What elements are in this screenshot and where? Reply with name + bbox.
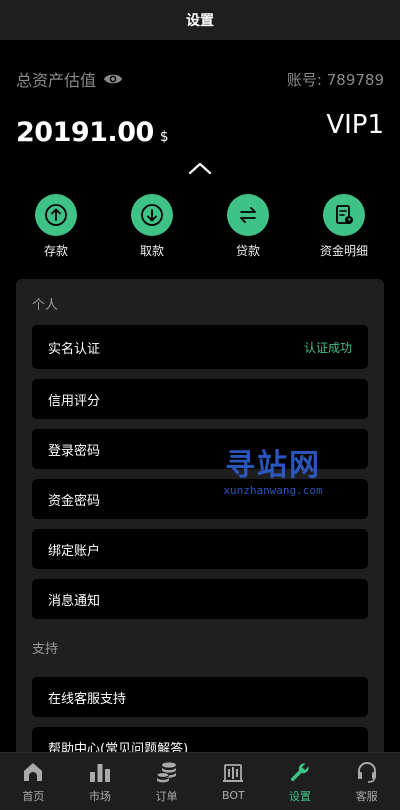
tab-bot[interactable]: BOT: [200, 753, 267, 810]
ledger-button[interactable]: 资金明细: [304, 194, 384, 260]
menu-item-label: 在线客服支持: [48, 691, 127, 707]
page-title: 设置: [186, 13, 214, 29]
balance-row: 20191.00 $ VIP1: [16, 104, 384, 148]
home-icon: [24, 762, 43, 781]
watermark-sub: xunzhanwang.com: [223, 484, 323, 497]
menu-item-label: 消息通知: [48, 593, 101, 609]
balance: 20191.00 $: [16, 117, 169, 148]
menu-item-credit-score[interactable]: 信用评分: [32, 379, 368, 419]
tab-support[interactable]: 客服: [333, 753, 400, 810]
deposit-icon: [45, 204, 67, 226]
withdraw-icon: [141, 204, 163, 226]
headset-icon: [357, 761, 376, 783]
menu-item-label: 信用评分: [48, 393, 101, 409]
vip-level: VIP1: [326, 110, 384, 140]
bar-chart-icon: [90, 763, 110, 782]
menu-item-online-support[interactable]: 在线客服支持: [32, 677, 368, 717]
menu-item-label: 实名认证: [48, 341, 101, 357]
bottom-tab-bar: 首页 市场 订单 BOT 设置 客服: [0, 752, 400, 810]
tab-orders[interactable]: 订单: [133, 753, 200, 810]
assets-header: 总资产估值 账号: 789789: [16, 66, 384, 92]
tab-label: 订单: [155, 789, 178, 803]
total-assets-text: 总资产估值: [16, 71, 97, 90]
wrench-icon: [290, 762, 309, 781]
ledger-label: 资金明细: [319, 244, 368, 258]
top-bar: 设置: [0, 0, 400, 40]
deposit-label: 存款: [43, 244, 68, 258]
menu-item-real-name[interactable]: 实名认证 认证成功: [32, 325, 368, 369]
chevron-up-icon[interactable]: [188, 160, 212, 176]
settings-panel: 个人 实名认证 认证成功 信用评分 登录密码 资金密码 绑定账户 消息通知 支持…: [16, 279, 384, 779]
balance-amount: 20191.00: [16, 117, 154, 148]
withdraw-button[interactable]: 取款: [112, 194, 192, 260]
section-title-personal: 个人: [32, 298, 59, 313]
menu-item-bind-account[interactable]: 绑定账户: [32, 529, 368, 569]
watermark-main: 寻站网: [225, 448, 321, 483]
tab-label: 首页: [22, 789, 45, 803]
tab-label: 市场: [89, 789, 111, 803]
menu-item-notifications[interactable]: 消息通知: [32, 579, 368, 619]
loan-icon: [240, 207, 256, 223]
section-title-support: 支持: [32, 642, 59, 657]
total-assets-label: 总资产估值: [16, 67, 123, 91]
ledger-icon: [336, 205, 353, 224]
tab-home[interactable]: 首页: [0, 753, 67, 810]
loan-label: 贷款: [235, 244, 260, 258]
menu-item-label: 登录密码: [48, 443, 101, 459]
tab-settings[interactable]: 设置: [267, 753, 334, 810]
bot-icon: [223, 764, 244, 782]
watermark: 寻站网 xunzhanwang.com: [208, 440, 338, 497]
quick-actions: 存款 取款 贷款 资金明细: [16, 194, 384, 260]
tab-label: BOT: [221, 789, 245, 802]
balance-unit: $: [159, 129, 169, 145]
coin-stack-icon: [156, 761, 176, 782]
withdraw-label: 取款: [139, 244, 164, 258]
loan-button[interactable]: 贷款: [208, 194, 288, 260]
menu-item-label: 绑定账户: [48, 543, 101, 559]
tab-market[interactable]: 市场: [67, 753, 134, 810]
account-number: 账号: 789789: [286, 70, 384, 89]
deposit-button[interactable]: 存款: [16, 194, 96, 260]
tab-label: 客服: [355, 789, 378, 803]
tab-label: 设置: [289, 789, 312, 803]
menu-item-label: 资金密码: [48, 493, 101, 509]
verification-status: 认证成功: [303, 340, 352, 355]
eye-icon[interactable]: [103, 72, 123, 86]
